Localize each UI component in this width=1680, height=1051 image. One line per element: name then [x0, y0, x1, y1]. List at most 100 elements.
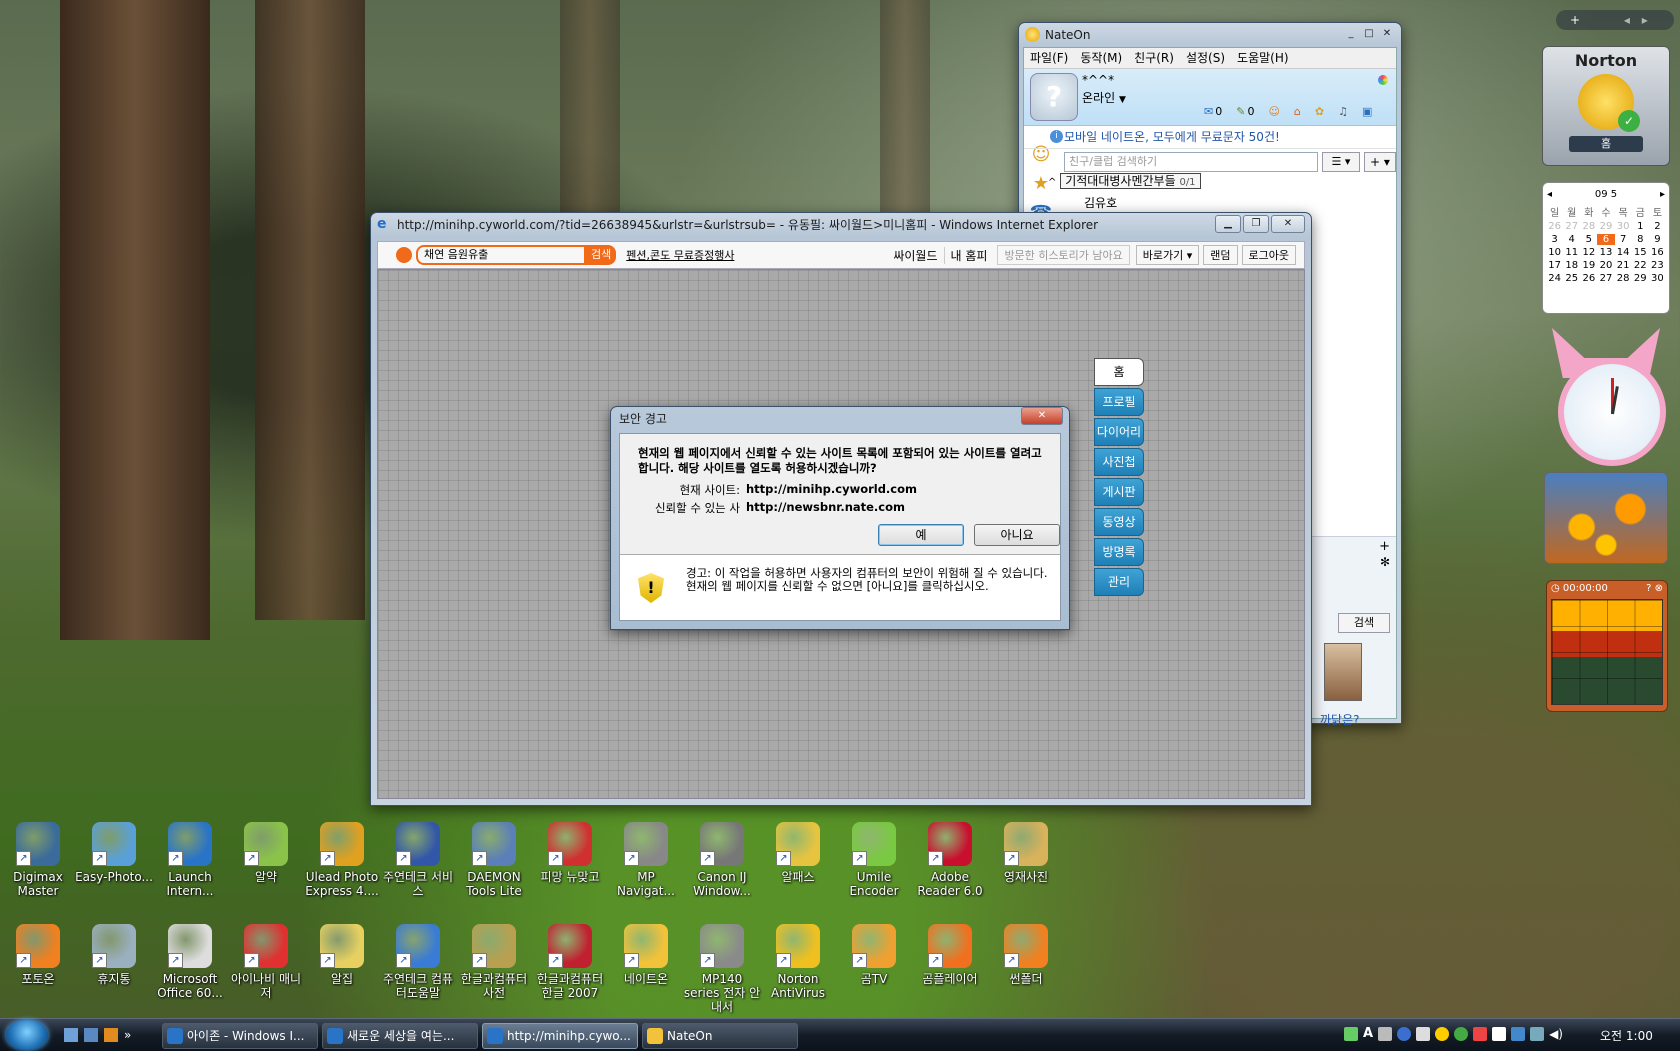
- desktop-icon[interactable]: 주연테크 컴퓨터도움말: [379, 924, 457, 1000]
- calendar-day[interactable]: 14: [1615, 247, 1632, 258]
- desktop-icon[interactable]: Ulead Photo Express 4....: [303, 822, 381, 898]
- desktop-icon[interactable]: 알약: [227, 822, 305, 884]
- minihompy-tab[interactable]: 동영상: [1094, 508, 1144, 536]
- minimize-button[interactable]: ▁: [1215, 215, 1241, 233]
- minihompy-tab[interactable]: 게시판: [1094, 478, 1144, 506]
- desktop-icon[interactable]: Easy-Photo...: [75, 822, 153, 884]
- minihompy-tab[interactable]: 사진첩: [1094, 448, 1144, 476]
- calendar-day[interactable]: 30: [1615, 221, 1632, 232]
- puzzle-gadget[interactable]: ◷ 00:00:00 ? ⊗: [1546, 580, 1668, 712]
- restore-button[interactable]: ❐: [1243, 215, 1269, 233]
- security-warning-dialog[interactable]: 보안 경고 ✕ 현재의 웹 페이지에서 신뢰할 수 있는 사이트 목록에 포함되…: [610, 406, 1070, 630]
- calendar-day[interactable]: 7: [1615, 234, 1632, 245]
- goto-dropdown[interactable]: 바로가기 ▾: [1135, 245, 1200, 265]
- tray-icon[interactable]: [1344, 1027, 1358, 1041]
- desktop-icon[interactable]: Adobe Reader 6.0: [911, 822, 989, 898]
- desktop-icon[interactable]: 포토온: [0, 924, 77, 986]
- calendar-day[interactable]: 15: [1632, 247, 1649, 258]
- calendar-day[interactable]: 23: [1649, 260, 1666, 271]
- random-button[interactable]: 랜덤: [1203, 245, 1238, 265]
- desktop-icon[interactable]: 피망 뉴맞고: [531, 822, 609, 884]
- friend-group[interactable]: ^ 기적대대병사멘간부들 0/1: [1048, 172, 1201, 192]
- desktop-icon[interactable]: Norton AntiVirus: [759, 924, 837, 1000]
- calendar-day[interactable]: 28: [1580, 221, 1597, 232]
- pet-icon[interactable]: ✿: [1315, 105, 1324, 118]
- add-friend-button[interactable]: + ▾: [1364, 152, 1396, 172]
- slideshow-gadget[interactable]: [1544, 472, 1668, 564]
- clock[interactable]: 오전 1:00: [1600, 1027, 1653, 1044]
- prev-month-icon[interactable]: ◂: [1547, 189, 1552, 200]
- tray-icon[interactable]: [1454, 1027, 1469, 1041]
- nateon-search-button[interactable]: 검색: [1338, 613, 1390, 633]
- calendar-day[interactable]: 28: [1615, 273, 1632, 284]
- calendar-day[interactable]: 4: [1563, 234, 1580, 245]
- minihompy-tab[interactable]: 방명록: [1094, 538, 1144, 566]
- tray-icon[interactable]: [1435, 1027, 1450, 1041]
- taskbar-button[interactable]: 아이존 - Windows I...: [162, 1023, 318, 1049]
- emoticon-icon[interactable]: ☺: [1268, 105, 1279, 118]
- next-month-icon[interactable]: ▸: [1660, 189, 1665, 200]
- nav-my-homepage[interactable]: 내 홈피: [945, 247, 994, 264]
- calendar-day[interactable]: 30: [1649, 273, 1666, 284]
- desktop-icon[interactable]: Digimax Master: [0, 822, 77, 898]
- add-gadget-button[interactable]: +: [1570, 13, 1580, 27]
- tray-icon[interactable]: [1378, 1027, 1393, 1041]
- network-icon[interactable]: [1530, 1027, 1545, 1041]
- desktop-icon[interactable]: Launch Intern...: [151, 822, 229, 898]
- calendar-day[interactable]: 22: [1632, 260, 1649, 271]
- gear-icon[interactable]: ✻: [1380, 555, 1390, 569]
- friend-search-input[interactable]: 친구/클럽 검색하기: [1064, 152, 1318, 172]
- show-desktop-icon[interactable]: [64, 1028, 78, 1042]
- desktop-icon[interactable]: 아이나비 매니저: [227, 924, 305, 1000]
- taskbar-button[interactable]: NateOn: [642, 1023, 798, 1049]
- desktop-icon[interactable]: 한글과컴퓨터 사전: [455, 924, 533, 1000]
- calendar-day[interactable]: 11: [1563, 247, 1580, 258]
- desktop-icon[interactable]: MP140 series 전자 안내서: [683, 924, 761, 1014]
- calendar-day[interactable]: 24: [1546, 273, 1563, 284]
- more-icon[interactable]: »: [124, 1028, 131, 1042]
- calendar-day[interactable]: 27: [1563, 221, 1580, 232]
- desktop-icon[interactable]: Microsoft Office 60...: [151, 924, 229, 1000]
- calendar-day[interactable]: 29: [1597, 221, 1614, 232]
- promo-link[interactable]: 펜션,콘도 무료증정행사: [626, 247, 734, 263]
- calendar-day[interactable]: 27: [1597, 273, 1614, 284]
- menu-item[interactable]: 동작(M): [1080, 48, 1122, 68]
- norton-home-button[interactable]: 홈: [1569, 136, 1643, 152]
- menu-item[interactable]: 설정(S): [1186, 48, 1225, 68]
- avatar[interactable]: ?: [1030, 73, 1078, 121]
- music-icon[interactable]: ♫: [1338, 105, 1348, 118]
- nav-cyworld[interactable]: 싸이월드: [887, 246, 945, 264]
- close-button[interactable]: ✕: [1271, 215, 1305, 233]
- calendar-day[interactable]: 19: [1580, 260, 1597, 271]
- desktop-icon[interactable]: 곰TV: [835, 924, 913, 986]
- volume-icon[interactable]: ◀): [1549, 1027, 1563, 1041]
- calendar-day[interactable]: 25: [1563, 273, 1580, 284]
- no-button[interactable]: 아니요: [974, 524, 1060, 546]
- calendar-day[interactable]: 12: [1580, 247, 1597, 258]
- desktop-icon[interactable]: DAEMON Tools Lite: [455, 822, 533, 898]
- desktop-icon[interactable]: 영재사진: [987, 822, 1065, 884]
- collapse-icon[interactable]: ^: [1048, 177, 1056, 188]
- calendar-day[interactable]: 5: [1580, 234, 1597, 245]
- maximize-button[interactable]: □: [1361, 26, 1377, 42]
- calendar-day[interactable]: 21: [1615, 260, 1632, 271]
- minihompy-tab[interactable]: 다이어리: [1094, 418, 1144, 446]
- calendar-day[interactable]: 17: [1546, 260, 1563, 271]
- toolbar-search-button[interactable]: 검색: [586, 245, 617, 265]
- puzzle-board[interactable]: [1551, 599, 1663, 705]
- calendar-day[interactable]: 6: [1597, 234, 1615, 245]
- desktop-icon[interactable]: 네이트온: [607, 924, 685, 986]
- desktop-icon[interactable]: 주연테크 서비스: [379, 822, 457, 898]
- next-arrow-icon[interactable]: ▸: [1642, 13, 1648, 27]
- desktop-icon[interactable]: Umile Encoder: [835, 822, 913, 898]
- close-button[interactable]: ✕: [1021, 407, 1063, 425]
- help-icon[interactable]: ? ⊗: [1646, 581, 1663, 597]
- calendar-day[interactable]: 1: [1632, 221, 1649, 232]
- language-bar-icon[interactable]: A: [1363, 1027, 1373, 1041]
- dialog-title-bar[interactable]: 보안 경고 ✕: [611, 407, 1069, 431]
- desktop-icon[interactable]: 썬폴더: [987, 924, 1065, 986]
- tray-icon[interactable]: [1511, 1027, 1526, 1041]
- tray-icon[interactable]: [1416, 1027, 1431, 1041]
- taskbar-button[interactable]: http://minihp.cywo...: [482, 1023, 638, 1049]
- calendar-day[interactable]: 26: [1546, 221, 1563, 232]
